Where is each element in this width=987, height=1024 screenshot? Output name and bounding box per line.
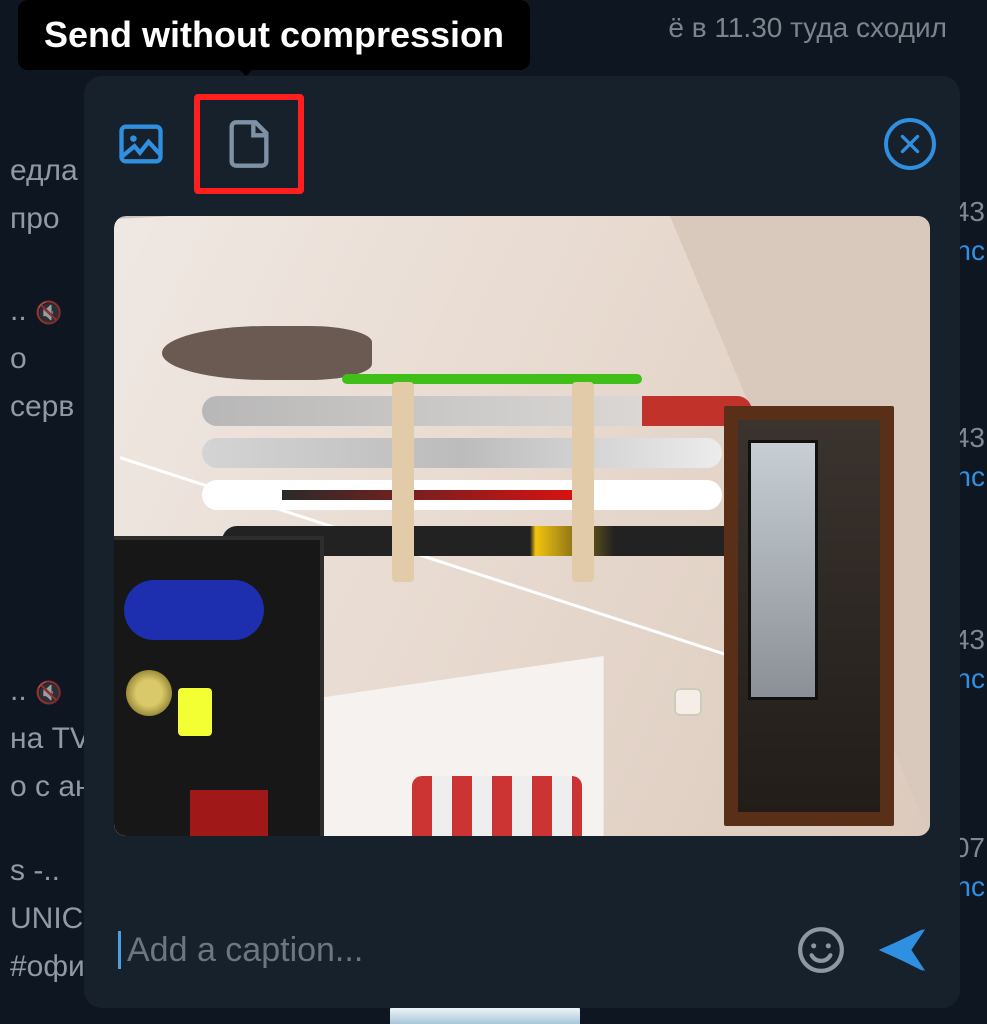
attachment-modal bbox=[84, 76, 960, 1008]
bg-left-fragment: .. 🔇 о серв bbox=[10, 290, 90, 434]
muted-icon: 🔇 bbox=[35, 300, 62, 325]
bg-top-text: ё в 11.30 туда сходил bbox=[668, 8, 947, 47]
bg-left-fragment: едла про bbox=[10, 150, 90, 246]
send-as-file-button[interactable] bbox=[218, 114, 280, 174]
bg-left-fragment: s -.. UNIC #офи bbox=[10, 850, 90, 994]
close-icon bbox=[897, 131, 923, 157]
send-button[interactable] bbox=[874, 922, 930, 978]
attachment-image bbox=[114, 216, 930, 836]
attachment-preview[interactable] bbox=[114, 216, 930, 896]
caption-input[interactable] bbox=[127, 931, 768, 970]
file-icon bbox=[223, 118, 275, 170]
annotation-highlight bbox=[194, 94, 304, 194]
emoji-button[interactable] bbox=[796, 925, 846, 975]
close-button[interactable] bbox=[884, 118, 936, 170]
send-icon bbox=[874, 922, 930, 978]
muted-icon: 🔇 bbox=[35, 680, 62, 705]
modal-footer bbox=[84, 896, 960, 1008]
bg-left-fragment: .. 🔇 на TV о с ан bbox=[10, 670, 90, 814]
send-as-media-button[interactable] bbox=[110, 114, 172, 174]
image-icon bbox=[115, 118, 167, 170]
text-caret bbox=[118, 931, 121, 969]
modal-header bbox=[84, 76, 960, 206]
emoji-icon bbox=[796, 925, 846, 975]
tooltip-send-without-compression: Send without compression bbox=[18, 0, 530, 70]
